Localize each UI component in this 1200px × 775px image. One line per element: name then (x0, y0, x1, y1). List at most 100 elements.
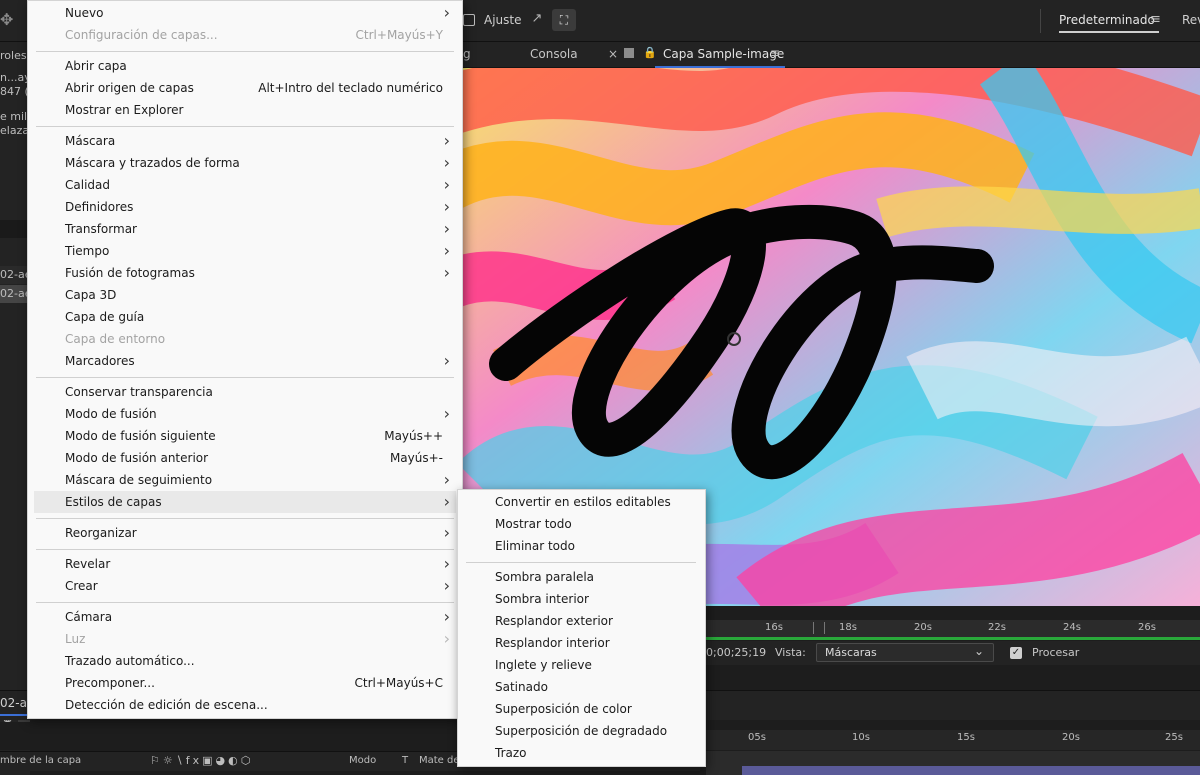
ruler-marker (813, 622, 825, 634)
timeline-ruler[interactable] (706, 730, 1200, 750)
timeline-tab-underline (0, 714, 28, 716)
menu-item-label: Modo de fusión anterior (65, 451, 209, 465)
submenu-item-superposicion-degradado[interactable]: Superposición de degradado (464, 720, 700, 742)
menu-item-capa-3d[interactable]: Capa 3D (34, 284, 456, 306)
submenu-item-sombra-interior[interactable]: Sombra interior (464, 588, 700, 610)
column-layer-name[interactable]: mbre de la capa (0, 755, 81, 766)
snap-features-icon[interactable]: ⛶ (552, 9, 576, 31)
column-mate[interactable]: Mate de (419, 755, 460, 766)
layer-switches-icons[interactable]: ⚐☼∖fx▣◕◐⬡ (150, 754, 253, 767)
menu-item-modo-fusion-anterior[interactable]: Modo de fusión anterior Mayús+- (34, 447, 456, 469)
menu-item-deteccion-edicion-escena[interactable]: Detección de edición de escena... (34, 694, 456, 716)
menu-divider (36, 518, 454, 519)
chevron-right-icon: › (443, 263, 450, 282)
chevron-down-icon[interactable]: ⌄ (974, 644, 984, 658)
menu-item-reorganizar[interactable]: Reorganizar › (34, 522, 456, 544)
menu-item-label: Tiempo (65, 244, 110, 258)
chevron-right-icon: › (443, 351, 450, 370)
submenu-item-sombra-paralela[interactable]: Sombra paralela (464, 566, 700, 588)
ajuste-checkbox[interactable] (463, 14, 475, 26)
menu-item-conservar-transparencia[interactable]: Conservar transparencia (34, 381, 456, 403)
menu-item-capa-de-guia[interactable]: Capa de guía (34, 306, 456, 328)
workspace-predeterminado[interactable]: Predeterminado (1059, 13, 1155, 27)
menu-item-marcadores[interactable]: Marcadores › (34, 350, 456, 372)
menu-item-precomponer[interactable]: Precomponer... Ctrl+Mayús+C (34, 672, 456, 694)
menu-item-label: Máscara (65, 134, 116, 148)
menu-item-shortcut: Mayús++ (384, 429, 443, 443)
vista-label: Vista: (775, 646, 806, 659)
panel-text: elazad (0, 124, 30, 137)
snap-edges-icon[interactable]: ↗ (528, 11, 546, 29)
layer-duration-bar[interactable] (742, 766, 1200, 775)
workspace-next[interactable]: Rev (1182, 13, 1200, 27)
timecode[interactable]: 0;00;25;19 (706, 646, 766, 659)
menu-item-luz: Luz › (34, 628, 456, 650)
menu-item-label: Reorganizar (65, 526, 137, 540)
project-item-selected[interactable]: 02-ae.p (0, 285, 30, 303)
menu-item-mostrar-en-explorer[interactable]: Mostrar en Explorer (34, 99, 456, 121)
menu-item-modo-fusion-siguiente[interactable]: Modo de fusión siguiente Mayús++ (34, 425, 456, 447)
menu-item-crear[interactable]: Crear › (34, 575, 456, 597)
project-item[interactable]: 02-ae (0, 266, 30, 284)
lock-icon[interactable]: 🔒 (643, 46, 657, 59)
menu-item-capa-de-entorno: Capa de entorno (34, 328, 456, 350)
chevron-right-icon: › (443, 523, 450, 542)
timeline-tick: 10s (852, 732, 870, 743)
chevron-right-icon: › (443, 629, 450, 648)
submenu-item-trazo[interactable]: Trazo (464, 742, 700, 764)
project-item-label: 02-ae.p (0, 287, 30, 300)
menu-item-revelar[interactable]: Revelar › (34, 553, 456, 575)
menu-item-label: Eliminar todo (495, 539, 575, 553)
ruler-tick: 26s (1138, 622, 1156, 633)
ruler-tick: 18s (839, 622, 857, 633)
menu-item-mascara[interactable]: Máscara › (34, 130, 456, 152)
timeline-tick: 20s (1062, 732, 1080, 743)
procesar-checkbox[interactable]: ✓ (1010, 647, 1022, 659)
menu-item-label: Precomponer... (65, 676, 155, 690)
menu-item-nuevo[interactable]: Nuevo › (34, 2, 456, 24)
ajuste-label: Ajuste (484, 13, 522, 27)
menu-item-transformar[interactable]: Transformar › (34, 218, 456, 240)
menu-item-mascara-seguimiento[interactable]: Máscara de seguimiento › (34, 469, 456, 491)
submenu-item-inglete-relieve[interactable]: Inglete y relieve (464, 654, 700, 676)
menu-item-trazado-automatico[interactable]: Trazado automático... (34, 650, 456, 672)
menu-item-label: Nuevo (65, 6, 104, 20)
submenu-item-eliminar-todo[interactable]: Eliminar todo (464, 535, 700, 557)
submenu-item-superposicion-color[interactable]: Superposición de color (464, 698, 700, 720)
menu-item-label: Sombra paralela (495, 570, 595, 584)
tab-capa-sample-image[interactable]: Capa Sample-image (663, 47, 784, 61)
submenu-item-satinado[interactable]: Satinado (464, 676, 700, 698)
move-tool-icon[interactable]: ✥ (0, 10, 16, 30)
chevron-right-icon: › (443, 576, 450, 595)
column-t[interactable]: T (402, 755, 408, 766)
menu-item-definidores[interactable]: Definidores › (34, 196, 456, 218)
menu-item-mascara-trazados[interactable]: Máscara y trazados de forma › (34, 152, 456, 174)
menu-item-fusion-fotogramas[interactable]: Fusión de fotogramas › (34, 262, 456, 284)
submenu-item-resplandor-interior[interactable]: Resplandor interior (464, 632, 700, 654)
menu-item-modo-de-fusion[interactable]: Modo de fusión › (34, 403, 456, 425)
submenu-item-mostrar-todo[interactable]: Mostrar todo (464, 513, 700, 535)
menu-item-label: Resplandor interior (495, 636, 610, 650)
menu-item-label: Capa 3D (65, 288, 117, 302)
menu-item-calidad[interactable]: Calidad › (34, 174, 456, 196)
menu-item-estilos-de-capas[interactable]: Estilos de capas › (34, 491, 456, 513)
tab-consola[interactable]: Consola (530, 47, 578, 61)
menu-divider (36, 126, 454, 127)
chevron-right-icon: › (443, 241, 450, 260)
workspace-menu-icon[interactable]: ≡ (1150, 12, 1161, 27)
menu-item-label: Transformar (65, 222, 137, 236)
tab-partial[interactable]: g (463, 47, 471, 61)
menu-item-label: Conservar transparencia (65, 385, 213, 399)
menu-item-abrir-origen[interactable]: Abrir origen de capas Alt+Intro del tecla… (34, 77, 456, 99)
timeline-tick: 15s (957, 732, 975, 743)
menu-item-tiempo[interactable]: Tiempo › (34, 240, 456, 262)
menu-item-camara[interactable]: Cámara › (34, 606, 456, 628)
menu-item-abrir-capa[interactable]: Abrir capa (34, 55, 456, 77)
column-modo[interactable]: Modo (349, 755, 376, 766)
submenu-item-resplandor-exterior[interactable]: Resplandor exterior (464, 610, 700, 632)
submenu-item-convertir[interactable]: Convertir en estilos editables (464, 491, 700, 513)
menu-item-label: Definidores (65, 200, 134, 214)
tab-menu-icon[interactable]: ≡ (770, 46, 780, 60)
panel-text: e millo (0, 110, 30, 123)
close-icon[interactable]: × (608, 47, 618, 61)
